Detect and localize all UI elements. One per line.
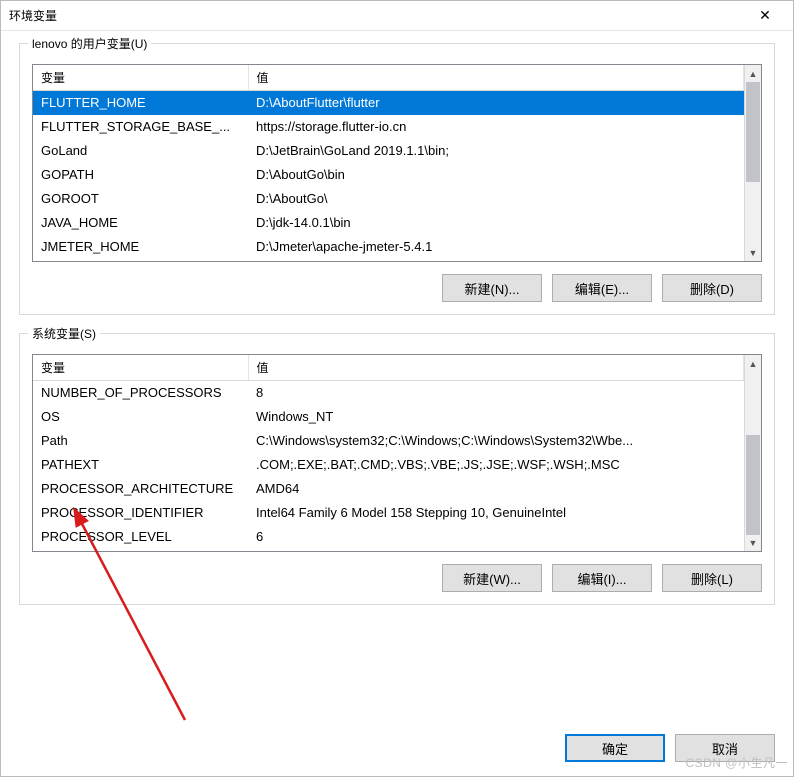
- user-vars-table-container: 变量 值 FLUTTER_HOMED:\AboutFlutter\flutter…: [32, 64, 762, 262]
- var-value-cell: C:\Windows\system32;C:\Windows;C:\Window…: [248, 429, 744, 453]
- close-icon[interactable]: ✕: [745, 2, 785, 30]
- var-name-cell: FLUTTER_HOME: [33, 91, 248, 115]
- user-vars-scroll: 变量 值 FLUTTER_HOMED:\AboutFlutter\flutter…: [33, 65, 744, 261]
- table-row[interactable]: NUMBER_OF_PROCESSORS8: [33, 381, 744, 405]
- table-row[interactable]: JMETER_HOMED:\Jmeter\apache-jmeter-5.4.1: [33, 235, 744, 259]
- var-name-cell: GoLand: [33, 139, 248, 163]
- var-name-cell: JAVA_HOME: [33, 211, 248, 235]
- table-row[interactable]: PATHEXT.COM;.EXE;.BAT;.CMD;.VBS;.VBE;.JS…: [33, 453, 744, 477]
- var-name-cell: PROCESSOR_ARCHITECTURE: [33, 477, 248, 501]
- system-delete-button[interactable]: 删除(L): [662, 564, 762, 592]
- var-value-cell: Windows_NT: [248, 405, 744, 429]
- system-vars-scroll: 变量 值 NUMBER_OF_PROCESSORS8OSWindows_NTPa…: [33, 355, 744, 551]
- var-value-cell: .COM;.EXE;.BAT;.CMD;.VBS;.VBE;.JS;.JSE;.…: [248, 453, 744, 477]
- table-row[interactable]: FLUTTER_HOMED:\AboutFlutter\flutter: [33, 91, 744, 115]
- table-row[interactable]: GoLandD:\JetBrain\GoLand 2019.1.1\bin;: [33, 139, 744, 163]
- var-value-cell: https://storage.flutter-io.cn: [248, 115, 744, 139]
- dialog-body: lenovo 的用户变量(U) 变量 值 FLUTTER_HOMED:\Abou…: [1, 31, 793, 730]
- scroll-thumb[interactable]: [746, 82, 760, 182]
- var-value-cell: D:\AboutFlutter\flutter: [248, 91, 744, 115]
- system-vars-table-container: 变量 值 NUMBER_OF_PROCESSORS8OSWindows_NTPa…: [32, 354, 762, 552]
- dialog-footer: 确定 取消: [1, 730, 793, 776]
- window-title: 环境变量: [9, 7, 745, 24]
- table-row[interactable]: PROCESSOR_LEVEL6: [33, 525, 744, 549]
- var-value-cell: D:\AboutGo\bin: [248, 163, 744, 187]
- user-delete-button[interactable]: 删除(D): [662, 274, 762, 302]
- system-vars-group: 系统变量(S) 变量 值 NUMBER_OF_PROCESSORS8OSWind…: [19, 333, 775, 605]
- user-vars-group: lenovo 的用户变量(U) 变量 值 FLUTTER_HOMED:\Abou…: [19, 43, 775, 315]
- user-vars-table[interactable]: 变量 值 FLUTTER_HOMED:\AboutFlutter\flutter…: [33, 65, 744, 259]
- user-vars-label: lenovo 的用户变量(U): [28, 35, 151, 52]
- col-header-value[interactable]: 值: [248, 65, 744, 91]
- var-name-cell: NUMBER_OF_PROCESSORS: [33, 381, 248, 405]
- scroll-up-icon[interactable]: ▲: [745, 65, 761, 82]
- var-name-cell: FLUTTER_STORAGE_BASE_...: [33, 115, 248, 139]
- table-row[interactable]: GOPATHD:\AboutGo\bin: [33, 163, 744, 187]
- system-edit-button[interactable]: 编辑(I)...: [552, 564, 652, 592]
- var-value-cell: D:\jdk-14.0.1\bin: [248, 211, 744, 235]
- cancel-button[interactable]: 取消: [675, 734, 775, 762]
- system-vars-table[interactable]: 变量 值 NUMBER_OF_PROCESSORS8OSWindows_NTPa…: [33, 355, 744, 549]
- scroll-down-icon[interactable]: ▼: [745, 534, 761, 551]
- user-new-button[interactable]: 新建(N)...: [442, 274, 542, 302]
- table-row[interactable]: GOROOTD:\AboutGo\: [33, 187, 744, 211]
- var-name-cell: GOROOT: [33, 187, 248, 211]
- scroll-thumb[interactable]: [746, 435, 760, 535]
- table-row[interactable]: PathC:\Windows\system32;C:\Windows;C:\Wi…: [33, 429, 744, 453]
- scroll-up-icon[interactable]: ▲: [745, 355, 761, 372]
- var-name-cell: JMETER_HOME: [33, 235, 248, 259]
- var-name-cell: PROCESSOR_IDENTIFIER: [33, 501, 248, 525]
- var-name-cell: PROCESSOR_LEVEL: [33, 525, 248, 549]
- var-value-cell: AMD64: [248, 477, 744, 501]
- table-row[interactable]: JAVA_HOMED:\jdk-14.0.1\bin: [33, 211, 744, 235]
- var-value-cell: D:\Jmeter\apache-jmeter-5.4.1: [248, 235, 744, 259]
- var-name-cell: GOPATH: [33, 163, 248, 187]
- user-edit-button[interactable]: 编辑(E)...: [552, 274, 652, 302]
- system-vars-buttons: 新建(W)... 编辑(I)... 删除(L): [32, 564, 762, 592]
- col-header-value[interactable]: 值: [248, 355, 744, 381]
- var-value-cell: 6: [248, 525, 744, 549]
- user-vars-scrollbar[interactable]: ▲ ▼: [744, 65, 761, 261]
- scroll-down-icon[interactable]: ▼: [745, 244, 761, 261]
- var-name-cell: Path: [33, 429, 248, 453]
- var-value-cell: D:\AboutGo\: [248, 187, 744, 211]
- table-row[interactable]: OSWindows_NT: [33, 405, 744, 429]
- var-name-cell: PATHEXT: [33, 453, 248, 477]
- table-row[interactable]: FLUTTER_STORAGE_BASE_...https://storage.…: [33, 115, 744, 139]
- var-value-cell: D:\JetBrain\GoLand 2019.1.1\bin;: [248, 139, 744, 163]
- col-header-name[interactable]: 变量: [33, 355, 248, 381]
- titlebar: 环境变量 ✕: [1, 1, 793, 31]
- system-new-button[interactable]: 新建(W)...: [442, 564, 542, 592]
- ok-button[interactable]: 确定: [565, 734, 665, 762]
- table-row[interactable]: PROCESSOR_IDENTIFIERIntel64 Family 6 Mod…: [33, 501, 744, 525]
- var-value-cell: Intel64 Family 6 Model 158 Stepping 10, …: [248, 501, 744, 525]
- user-vars-buttons: 新建(N)... 编辑(E)... 删除(D): [32, 274, 762, 302]
- env-vars-dialog: 环境变量 ✕ lenovo 的用户变量(U) 变量 值 FLUT: [0, 0, 794, 777]
- var-value-cell: 8: [248, 381, 744, 405]
- table-row[interactable]: PROCESSOR_ARCHITECTUREAMD64: [33, 477, 744, 501]
- col-header-name[interactable]: 变量: [33, 65, 248, 91]
- var-name-cell: OS: [33, 405, 248, 429]
- system-vars-label: 系统变量(S): [28, 325, 100, 342]
- system-vars-scrollbar[interactable]: ▲ ▼: [744, 355, 761, 551]
